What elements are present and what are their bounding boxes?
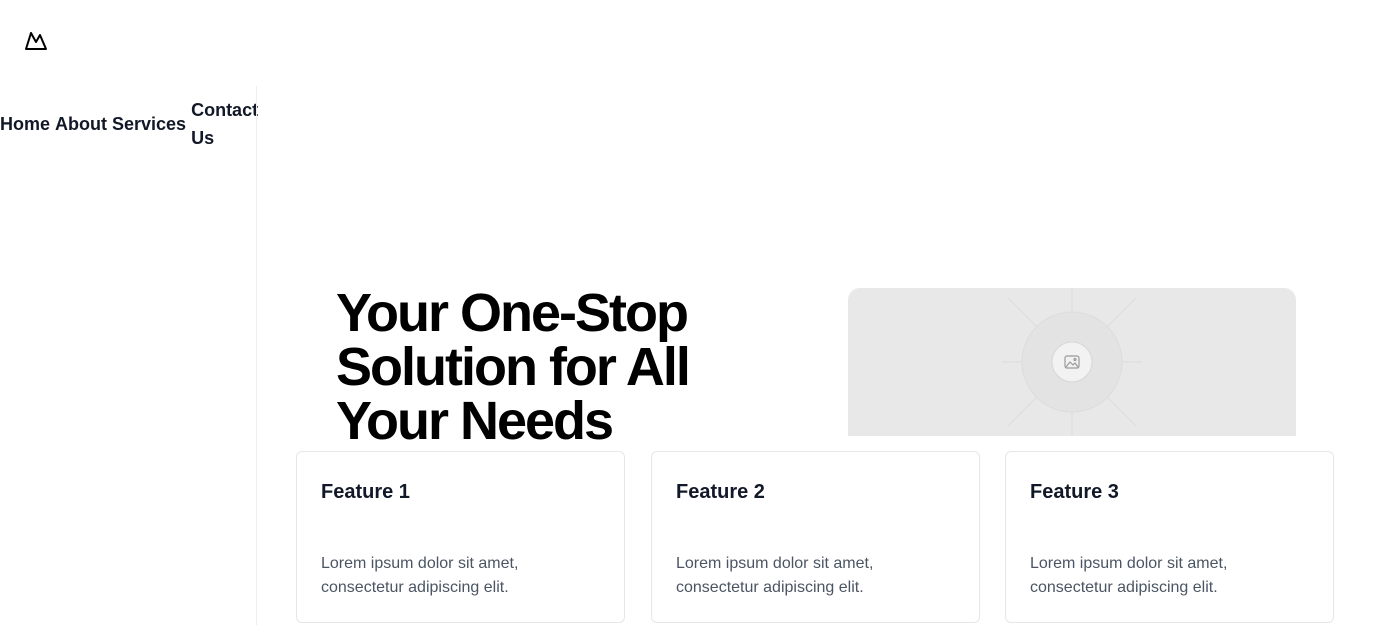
main-nav: Home About Services Contact Us (0, 96, 258, 152)
nav-link-services[interactable]: Services (112, 110, 186, 138)
feature-title: Feature 2 (676, 481, 765, 503)
page: Home About Services Contact Us Your One-… (0, 0, 1376, 625)
feature-description: Lorem ipsum dolor sit amet, consectetur … (1030, 555, 1228, 596)
feature-description: Lorem ipsum dolor sit amet, consectetur … (676, 555, 874, 596)
mountain-logo-icon[interactable] (24, 28, 48, 52)
image-placeholder-icon (1002, 288, 1142, 436)
feature-description: Lorem ipsum dolor sit amet, consectetur … (321, 555, 519, 596)
nav-link-about[interactable]: About (55, 110, 107, 138)
feature-card-3: Feature 3 Lorem ipsum dolor sit amet, co… (1005, 451, 1334, 623)
feature-card-2: Feature 2 Lorem ipsum dolor sit amet, co… (651, 451, 980, 623)
feature-card-1: Feature 1 Lorem ipsum dolor sit amet, co… (296, 451, 625, 623)
features-section: Feature 1 Lorem ipsum dolor sit amet, co… (296, 451, 1336, 625)
hero-title: Your One-Stop Solution for All Your Need… (336, 283, 691, 451)
hero-image-placeholder (848, 288, 1296, 436)
feature-title: Feature 3 (1030, 481, 1119, 503)
sidebar-divider (256, 86, 257, 625)
nav-link-home[interactable]: Home (0, 110, 50, 138)
feature-title: Feature 1 (321, 481, 410, 503)
nav-link-contact-us[interactable]: Contact Us (191, 96, 258, 152)
